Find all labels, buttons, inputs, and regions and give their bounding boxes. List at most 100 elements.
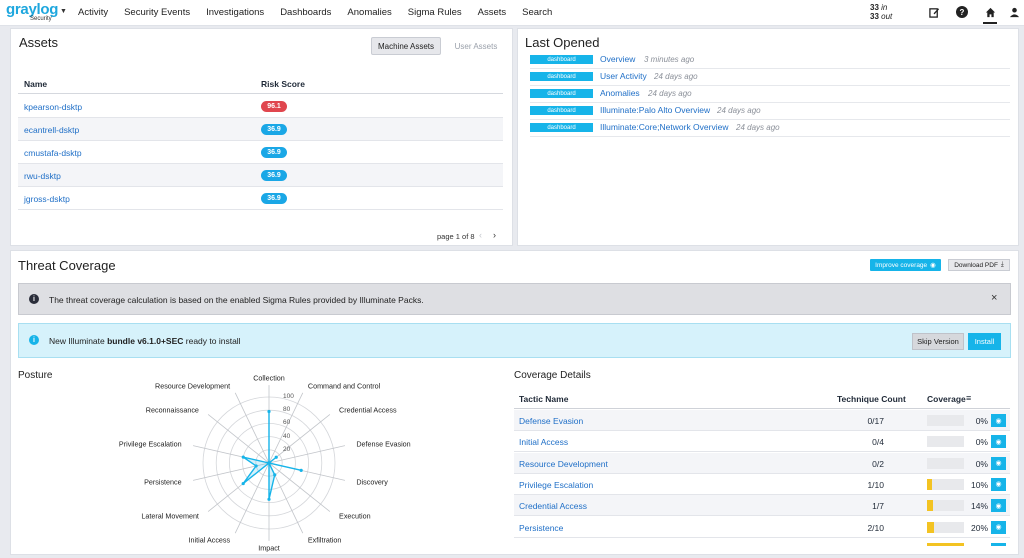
radar-axis-label: Reconnaissance bbox=[145, 405, 199, 415]
asset-link[interactable]: jgross-dsktp bbox=[24, 194, 70, 204]
table-row: Defense Evasion 0/17 0% ◉ bbox=[514, 410, 1010, 431]
table-row: Initial Access 0/4 0% ◉ bbox=[514, 431, 1010, 453]
info-icon: i bbox=[29, 335, 39, 345]
dashboard-link[interactable]: User Activity bbox=[600, 71, 647, 81]
radar-tick-label: 60 bbox=[283, 419, 291, 427]
chat-icon[interactable]: ◉ bbox=[991, 435, 1006, 449]
technique-count: 1/10 bbox=[867, 479, 884, 490]
coverage-bar-fill bbox=[927, 500, 933, 512]
tactic-link[interactable]: Privilege Escalation bbox=[519, 480, 593, 490]
col-risk-score[interactable]: Risk Score bbox=[261, 79, 305, 89]
col-name[interactable]: Name bbox=[24, 79, 47, 89]
last-opened-title: Last Opened bbox=[525, 35, 600, 50]
risk-badge: 96.1 bbox=[261, 101, 287, 112]
coverage-percent: 14% bbox=[970, 501, 988, 512]
radar-axis-label: Exfiltration bbox=[307, 535, 342, 545]
table-row: Resource Development 0/2 0% ◉ bbox=[514, 452, 1010, 474]
nav-sigma-rules[interactable]: Sigma Rules bbox=[408, 7, 462, 18]
col-coverage[interactable]: Coverage bbox=[927, 394, 966, 404]
info-alert-text: The threat coverage calculation is based… bbox=[49, 295, 424, 305]
throughput-indicator[interactable]: 33 in 33 out bbox=[870, 3, 892, 21]
radar-axis-label: Impact bbox=[258, 543, 280, 553]
nav-security-events[interactable]: Security Events bbox=[124, 7, 190, 18]
chat-icon[interactable]: ◉ bbox=[991, 520, 1006, 534]
technique-count: 0/4 bbox=[872, 437, 884, 448]
info-alert: i The threat coverage calculation is bas… bbox=[18, 283, 1011, 315]
graylog-logo[interactable]: graylog Security ▼ bbox=[6, 0, 68, 26]
col-tactic-name[interactable]: Tactic Name bbox=[519, 394, 568, 404]
asset-link[interactable]: cmustafa-dsktp bbox=[24, 148, 82, 158]
bundle-prefix: New Illuminate bbox=[49, 336, 108, 346]
close-icon[interactable]: × bbox=[991, 292, 997, 304]
technique-count: 2/10 bbox=[867, 522, 884, 533]
coverage-bar-fill bbox=[927, 478, 933, 490]
list-item: dashboard Anomalies 24 days ago bbox=[530, 86, 1010, 103]
chat-icon[interactable]: ◉ bbox=[991, 477, 1006, 491]
list-item: dashboard Overview 3 minutes ago bbox=[530, 52, 1010, 69]
nav-investigations[interactable]: Investigations bbox=[206, 7, 264, 18]
chevron-down-icon[interactable]: ▼ bbox=[60, 8, 67, 15]
dashboard-link[interactable]: Illuminate:Core;Network Overview bbox=[600, 122, 728, 132]
machine-assets-tab[interactable]: Machine Assets bbox=[371, 37, 441, 55]
chat-icon[interactable]: ◉ bbox=[991, 414, 1006, 427]
col-technique-count[interactable]: Technique Count bbox=[837, 394, 906, 404]
table-row: Privilege Escalation 1/10 10% ◉ bbox=[514, 474, 1010, 495]
nav-dashboards[interactable]: Dashboards bbox=[280, 7, 331, 18]
technique-count: 0/17 bbox=[867, 416, 884, 426]
coverage-bar bbox=[927, 500, 964, 512]
nav-search[interactable]: Search bbox=[522, 7, 552, 18]
dashboard-link[interactable]: Illuminate:Palo Alto Overview bbox=[600, 105, 710, 115]
tactic-link[interactable]: Resource Development bbox=[519, 459, 608, 469]
edit-icon[interactable] bbox=[928, 6, 940, 18]
tactic-link[interactable]: Initial Access bbox=[519, 437, 568, 447]
dashboard-link[interactable]: Anomalies bbox=[600, 88, 640, 98]
coverage-percent: 0% bbox=[975, 458, 988, 469]
coverage-percent: 10% bbox=[970, 479, 988, 490]
chevron-left-icon[interactable]: ‹ bbox=[479, 230, 482, 240]
table-row: kpearson-dsktp 96.1 bbox=[18, 95, 503, 118]
bundle-alert: i New Illuminate bundle v6.1.0+SEC ready… bbox=[18, 323, 1011, 358]
sort-icon[interactable]: ≡ bbox=[966, 393, 971, 403]
nav-anomalies[interactable]: Anomalies bbox=[347, 7, 391, 18]
tactic-link[interactable]: Defense Evasion bbox=[519, 416, 583, 426]
asset-link[interactable]: rwu-dsktp bbox=[24, 171, 61, 181]
home-icon[interactable] bbox=[984, 6, 996, 18]
assets-table-header: Name Risk Score bbox=[18, 72, 503, 94]
skip-version-button[interactable]: Skip Version bbox=[912, 333, 964, 350]
tactic-link[interactable]: Persistence bbox=[519, 523, 563, 533]
download-icon: ⤓ bbox=[1000, 261, 1004, 268]
technique-count: 0/2 bbox=[872, 458, 884, 469]
improve-coverage-button[interactable]: Improve coverage ◉ bbox=[870, 259, 941, 271]
chat-icon[interactable]: ◉ bbox=[991, 499, 1006, 513]
user-assets-tab[interactable]: User Assets bbox=[448, 37, 504, 55]
nav-activity[interactable]: Activity bbox=[78, 7, 108, 18]
coverage-bar-fill bbox=[927, 521, 935, 533]
bundle-alert-text: New Illuminate bundle v6.1.0+SEC ready t… bbox=[49, 336, 241, 346]
chevron-right-icon[interactable]: › bbox=[493, 230, 496, 240]
bundle-name: bundle v6.1.0+SEC bbox=[107, 336, 184, 346]
help-icon[interactable]: ? bbox=[956, 6, 968, 18]
chat-icon[interactable]: ◉ bbox=[991, 456, 1006, 470]
bundle-suffix: ready to install bbox=[183, 336, 241, 346]
asset-link[interactable]: kpearson-dsktp bbox=[24, 102, 82, 112]
table-row: rwu-dsktp 36.9 bbox=[18, 164, 503, 187]
dashboard-link[interactable]: Overview bbox=[600, 54, 635, 64]
radar-axis-label: Resource Development bbox=[155, 381, 231, 391]
list-item: dashboard Illuminate:Palo Alto Overview … bbox=[530, 103, 1010, 120]
risk-badge: 36.9 bbox=[261, 193, 287, 204]
coverage-percent: 0% bbox=[975, 416, 988, 426]
timestamp: 3 minutes ago bbox=[644, 55, 695, 64]
list-item: dashboard Illuminate:Core;Network Overvi… bbox=[530, 120, 1010, 137]
user-icon[interactable] bbox=[1008, 6, 1020, 18]
radar-axis-label: Collection bbox=[253, 373, 285, 383]
download-pdf-button[interactable]: Download PDF ⤓ bbox=[948, 259, 1010, 271]
coverage-table-header: Tactic Name Technique Count Coverage ≡ bbox=[514, 389, 1010, 409]
tactic-link[interactable]: Credential Access bbox=[519, 501, 587, 511]
nav-assets[interactable]: Assets bbox=[478, 7, 507, 18]
install-button[interactable]: Install bbox=[968, 333, 1001, 350]
asset-link[interactable]: ecantrell-dsktp bbox=[24, 125, 79, 135]
info-icon: i bbox=[29, 294, 39, 304]
chat-icon: ◉ bbox=[930, 262, 936, 269]
pagination-label: page 1 of 8 bbox=[437, 232, 475, 241]
radar-tick-label: 100 bbox=[283, 393, 294, 400]
